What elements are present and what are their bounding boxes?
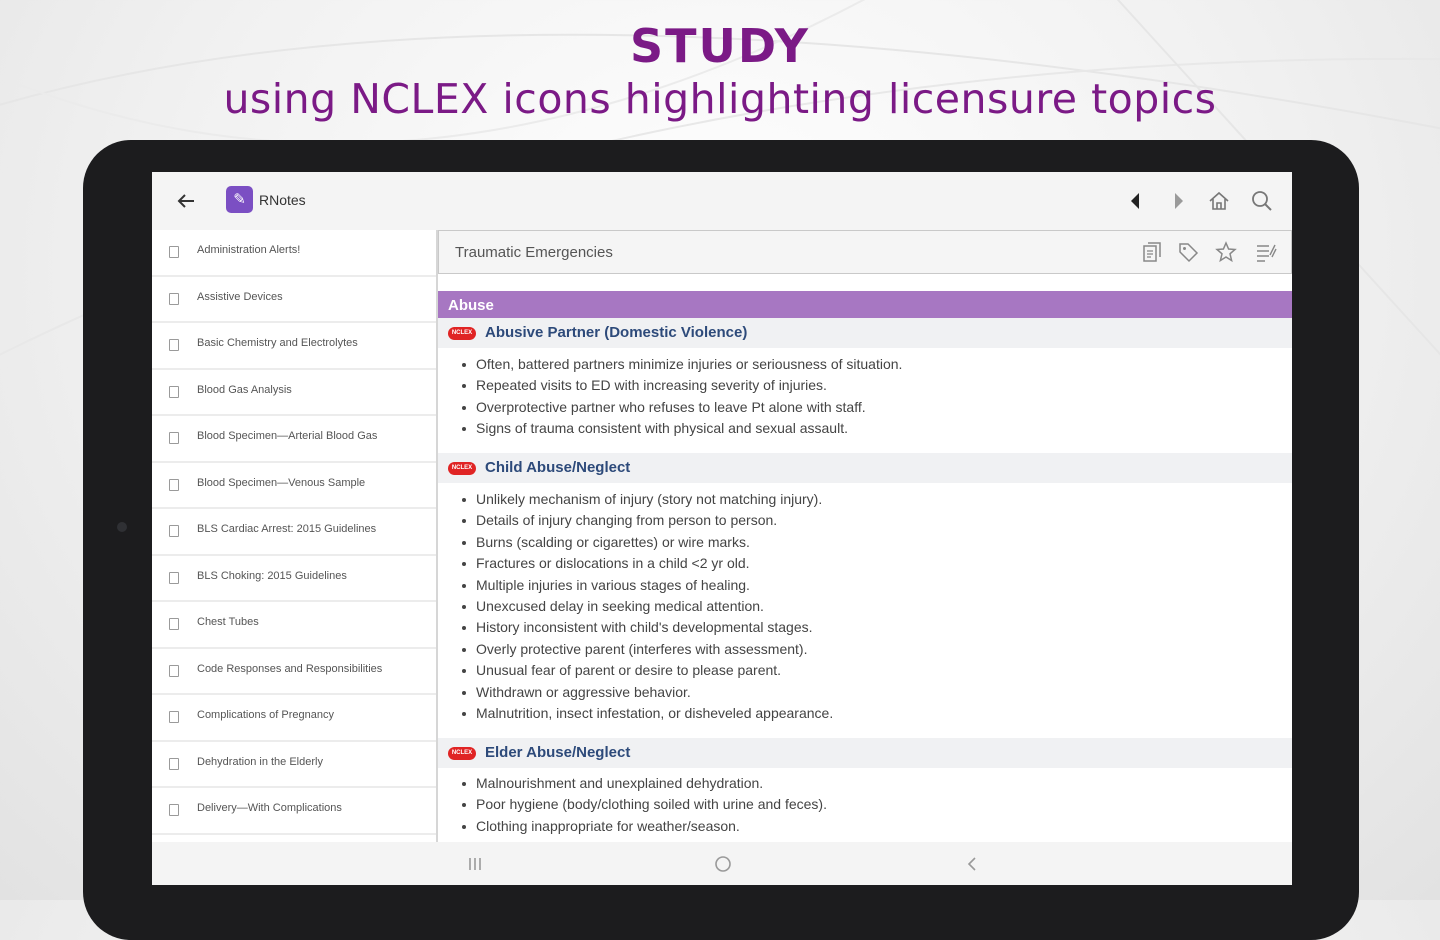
sidebar-item-label: Assistive Devices	[197, 290, 283, 303]
topic-header-bar: Traumatic Emergencies	[438, 230, 1292, 274]
sidebar-item[interactable]: Code Responses and Responsibilities	[152, 649, 436, 695]
list-item: Multiple injuries in various stages of h…	[438, 575, 1292, 596]
list-item: Clothing inappropriate for weather/seaso…	[438, 816, 1292, 837]
section-title: Abuse	[448, 297, 494, 314]
list-item: Burns (scalding or cigarettes) or wire m…	[438, 532, 1292, 553]
sidebar-item-label: Dehydration in the Elderly	[197, 755, 323, 768]
sidebar-item[interactable]: Assistive Devices	[152, 277, 436, 323]
list-item: Unusual fear of parent or desire to plea…	[438, 660, 1292, 681]
subsection-header[interactable]: NCLEX Elder Abuse/Neglect	[438, 738, 1292, 768]
list-item: Malnourishment and unexplained dehydrati…	[438, 773, 1292, 794]
document-icon	[169, 757, 179, 770]
sidebar-item[interactable]: BLS Cardiac Arrest: 2015 Guidelines	[152, 509, 436, 556]
nclex-badge-icon: NCLEX	[448, 747, 476, 760]
sidebar-item-label: Basic Chemistry and Electrolytes	[197, 337, 358, 349]
list-item: Malnutrition, insect infestation, or dis…	[438, 703, 1292, 724]
list-item: History inconsistent with child's develo…	[438, 617, 1292, 638]
sidebar-item[interactable]	[152, 835, 436, 843]
document-icon	[169, 339, 179, 351]
app-bar: ✎ RNotes	[152, 172, 1292, 230]
document-icon	[169, 432, 179, 444]
sidebar-item-label: Complications of Pregnancy	[197, 709, 334, 721]
sidebar-item-label: Chest Tubes	[197, 616, 259, 628]
list-icon[interactable]	[1255, 241, 1277, 263]
sidebar-item[interactable]: Delivery—With Complications	[152, 788, 436, 835]
list-item: Often, battered partners minimize injuri…	[438, 354, 1292, 375]
home-icon[interactable]	[1206, 188, 1232, 214]
back-arrow-icon[interactable]	[174, 190, 198, 212]
nclex-badge-icon: NCLEX	[448, 462, 476, 475]
star-icon[interactable]	[1215, 241, 1237, 263]
sidebar-item[interactable]: Blood Specimen—Venous Sample	[152, 463, 436, 509]
subsection-title: Child Abuse/Neglect	[485, 459, 631, 476]
promo-headline: STUDY using NCLEX icons highlighting lic…	[0, 18, 1440, 124]
back-chevron-icon[interactable]	[962, 854, 982, 874]
document-icon	[169, 385, 179, 398]
recent-apps-icon[interactable]	[465, 854, 485, 874]
app-logo-icon: ✎	[226, 186, 253, 213]
next-triangle-icon[interactable]	[1165, 188, 1191, 214]
list-item: Unexcused delay in seeking medical atten…	[438, 596, 1292, 617]
search-icon[interactable]	[1249, 188, 1275, 214]
list-item: Signs of trauma consistent with physical…	[438, 418, 1292, 439]
subsection-header[interactable]: NCLEX Abusive Partner (Domestic Violence…	[438, 318, 1292, 348]
document-icon	[169, 478, 179, 491]
subsection-title: Elder Abuse/Neglect	[485, 744, 631, 761]
sidebar-item-label: Code Responses and Responsibilities	[197, 662, 383, 675]
bullet-list: Often, battered partners minimize injuri…	[438, 354, 1292, 440]
list-item: Overprotective partner who refuses to le…	[438, 397, 1292, 418]
list-item: Details of injury changing from person t…	[438, 510, 1292, 531]
topic-content: Traumatic Emergencies Abuse NCLEX Abusiv…	[438, 230, 1292, 842]
headline-subtitle: using NCLEX icons highlighting licensure…	[223, 75, 1217, 123]
subsection-header[interactable]: NCLEX Child Abuse/Neglect	[438, 453, 1292, 483]
section-header: Abuse	[438, 291, 1292, 318]
tablet-camera	[117, 522, 127, 532]
list-item: Withdrawn or aggressive behavior.	[438, 682, 1292, 703]
sidebar-item[interactable]: Administration Alerts!	[152, 230, 436, 277]
document-icon	[169, 292, 179, 305]
topic-title: Traumatic Emergencies	[455, 244, 613, 261]
sidebar-item-label: BLS Choking: 2015 Guidelines	[197, 569, 347, 582]
sidebar-item[interactable]: Blood Gas Analysis	[152, 370, 436, 416]
sidebar-item-label: Delivery—With Complications	[197, 802, 342, 814]
app-title: RNotes	[259, 192, 306, 208]
document-icon	[169, 246, 179, 258]
sidebar-item-label: Blood Gas Analysis	[197, 383, 292, 396]
tag-icon[interactable]	[1177, 241, 1199, 263]
headline-title: STUDY	[629, 19, 810, 73]
list-item: Unlikely mechanism of injury (story not …	[438, 489, 1292, 510]
list-item: Repeated visits to ED with increasing se…	[438, 375, 1292, 396]
home-circle-icon[interactable]	[712, 854, 734, 874]
document-icon	[169, 664, 179, 677]
bullet-list: Malnourishment and unexplained dehydrati…	[438, 773, 1292, 837]
subsection-title: Abusive Partner (Domestic Violence)	[485, 324, 748, 341]
sidebar-item-label: BLS Cardiac Arrest: 2015 Guidelines	[197, 523, 377, 535]
document-icon	[169, 804, 179, 816]
list-item: Overly protective parent (interferes wit…	[438, 639, 1292, 660]
sidebar-item[interactable]: Basic Chemistry and Electrolytes	[152, 323, 436, 370]
list-item: Fractures or dislocations in a child <2 …	[438, 553, 1292, 574]
document-icon	[169, 571, 179, 584]
sidebar-item[interactable]: Blood Specimen—Arterial Blood Gas	[152, 416, 436, 463]
notes-icon[interactable]	[1141, 241, 1163, 263]
topic-sidebar: Administration Alerts! Assistive Devices…	[152, 230, 438, 842]
sidebar-item-label: Administration Alerts!	[197, 244, 301, 256]
document-icon	[169, 618, 179, 630]
document-icon	[169, 711, 179, 723]
app-screen: ✎ RNotes Administration Alerts! Assistiv…	[152, 172, 1292, 885]
sidebar-item[interactable]: Chest Tubes	[152, 602, 436, 649]
sidebar-item-label: Blood Specimen—Venous Sample	[197, 476, 366, 489]
sidebar-item[interactable]: Dehydration in the Elderly	[152, 742, 436, 788]
sidebar-item-label: Blood Specimen—Arterial Blood Gas	[197, 430, 378, 442]
list-item: Poor hygiene (body/clothing soiled with …	[438, 794, 1292, 815]
bullet-list: Unlikely mechanism of injury (story not …	[438, 489, 1292, 724]
sidebar-item[interactable]: BLS Choking: 2015 Guidelines	[152, 556, 436, 602]
sidebar-item[interactable]: Complications of Pregnancy	[152, 695, 436, 742]
document-icon	[169, 525, 179, 537]
prev-triangle-icon[interactable]	[1122, 188, 1148, 214]
nclex-badge-icon: NCLEX	[448, 327, 476, 340]
system-navigation-bar	[152, 842, 1292, 885]
